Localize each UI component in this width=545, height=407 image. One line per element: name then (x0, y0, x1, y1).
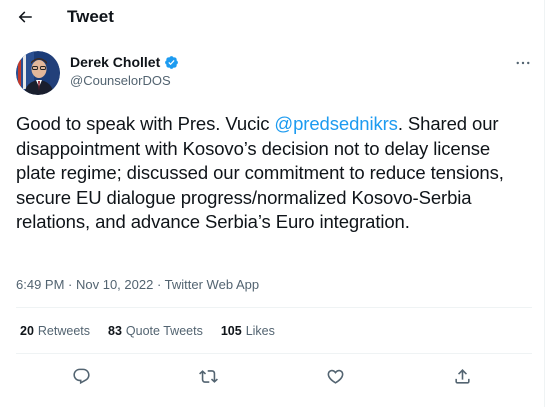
retweets-count: 20 (20, 324, 34, 338)
tweet-text-start: Good to speak with Pres. Vucic (16, 113, 275, 134)
page-title: Tweet (67, 7, 114, 26)
quote-tweets-label: Quote Tweets (125, 324, 203, 338)
divider (16, 307, 532, 308)
tweet-source[interactable]: Twitter Web App (165, 277, 259, 292)
quote-tweets-count: 83 (108, 324, 122, 338)
tweet-detail-view: Tweet Derek Chollet @CounselorDOS Good t… (0, 0, 545, 407)
divider (16, 353, 532, 354)
avatar-image (16, 51, 60, 95)
author-name[interactable]: Derek Chollet (70, 54, 160, 70)
retweets-stat[interactable]: 20 Retweets (20, 324, 90, 338)
reply-icon (72, 368, 90, 384)
tweet-actions (0, 364, 545, 388)
quote-tweets-stat[interactable]: 83 Quote Tweets (108, 324, 203, 338)
more-options-button[interactable] (512, 52, 534, 74)
likes-count: 105 (220, 324, 242, 338)
retweet-button[interactable] (196, 364, 220, 388)
arrow-left-icon (18, 11, 32, 23)
mention-link[interactable]: @predsednikrs (274, 113, 398, 134)
tweet-text: Good to speak with Pres. Vucic @predsedn… (16, 112, 528, 235)
author-handle[interactable]: @CounselorDOS (70, 73, 171, 88)
retweets-label: Retweets (37, 324, 91, 338)
author-name-row[interactable]: Derek Chollet (70, 54, 179, 70)
share-button[interactable] (450, 364, 474, 388)
like-button[interactable] (323, 364, 347, 388)
retweet-icon (198, 369, 218, 383)
verified-badge-icon (165, 55, 179, 69)
more-horizontal-icon (516, 61, 530, 65)
header: Tweet (0, 0, 545, 34)
tweet-time[interactable]: 6:49 PM (16, 277, 64, 292)
likes-label: Likes (245, 324, 275, 338)
tweet-stats: 20 Retweets 83 Quote Tweets 105 Likes (20, 324, 275, 338)
reply-button[interactable] (69, 364, 93, 388)
likes-stat[interactable]: 105 Likes (221, 324, 275, 338)
share-icon (454, 368, 470, 384)
heart-icon (327, 369, 343, 384)
tweet-date[interactable]: Nov 10, 2022 (76, 277, 153, 292)
back-button[interactable] (12, 4, 38, 30)
meta-separator: · (153, 277, 165, 292)
meta-separator: · (64, 277, 76, 292)
tweet-meta: 6:49 PM · Nov 10, 2022 · Twitter Web App (16, 277, 259, 292)
avatar[interactable] (16, 51, 60, 95)
